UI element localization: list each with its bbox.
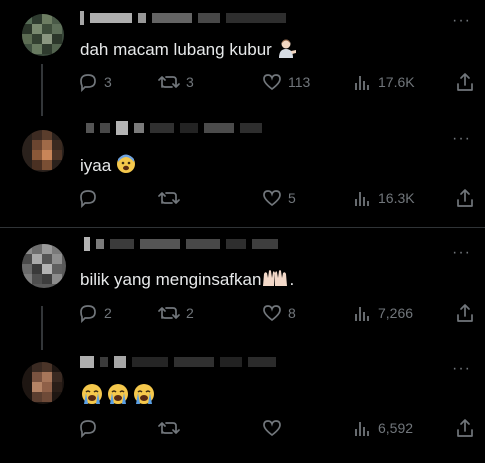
tweet[interactable]: ··· 6,592 [0, 348, 485, 463]
views-icon [355, 192, 369, 206]
like-button[interactable]: 5 [262, 188, 296, 208]
like-count: 8 [288, 305, 296, 321]
like-button[interactable] [262, 418, 288, 438]
reply-button[interactable] [78, 188, 104, 208]
share-button[interactable] [456, 72, 474, 92]
heart-icon [263, 190, 281, 207]
reply-icon [80, 420, 96, 438]
more-options-icon[interactable]: ··· [452, 360, 471, 378]
tweet[interactable]: ··· dah macam lubang kubur 3 3 113 17.6K [0, 0, 485, 110]
tweet-text [80, 382, 156, 411]
reply-button[interactable] [78, 418, 104, 438]
raised-hands-icon [261, 268, 289, 293]
divider [0, 227, 485, 228]
view-count: 6,592 [378, 420, 414, 436]
action-bar: 2 2 8 7,266 [78, 303, 478, 325]
heart-icon [263, 305, 281, 322]
more-options-icon[interactable]: ··· [452, 244, 471, 262]
views-button[interactable]: 6,592 [354, 418, 413, 438]
retweet-icon [158, 422, 180, 434]
view-count: 16.3K [378, 190, 415, 206]
person-tipping-hand-icon [277, 38, 297, 63]
avatar[interactable] [22, 362, 64, 404]
retweet-count: 2 [186, 305, 194, 321]
views-button[interactable]: 16.3K [354, 188, 415, 208]
like-button[interactable]: 113 [262, 72, 310, 92]
retweet-button[interactable] [158, 188, 186, 208]
retweet-button[interactable]: 2 [158, 303, 194, 323]
share-button[interactable] [456, 303, 474, 323]
retweet-icon [158, 192, 180, 204]
reply-count: 2 [104, 305, 112, 321]
views-icon [355, 76, 369, 90]
avatar[interactable] [22, 14, 64, 56]
tweet[interactable]: ··· iyaa 5 16.3K [0, 112, 485, 224]
retweet-icon [158, 307, 180, 319]
retweet-button[interactable] [158, 418, 186, 438]
heart-icon [263, 74, 281, 91]
avatar[interactable] [22, 130, 64, 172]
share-icon [457, 304, 473, 322]
share-button[interactable] [456, 418, 474, 438]
retweet-button[interactable]: 3 [158, 72, 194, 92]
like-count: 113 [288, 74, 311, 90]
like-count: 5 [288, 190, 296, 206]
share-icon [457, 419, 473, 437]
tweet-text: iyaa [80, 154, 136, 179]
share-icon [457, 189, 473, 207]
author-name[interactable] [84, 237, 278, 251]
retweet-count: 3 [186, 74, 194, 90]
reply-icon [80, 74, 96, 92]
reply-button[interactable]: 3 [78, 72, 112, 92]
tweet-text-content: dah macam lubang kubur [80, 39, 272, 59]
share-button[interactable] [456, 188, 474, 208]
author-name[interactable] [80, 356, 276, 368]
tweet-text: bilik yang menginsafkan . [80, 268, 294, 293]
author-name[interactable] [86, 121, 262, 135]
share-icon [457, 73, 473, 91]
reply-icon [80, 305, 96, 323]
views-button[interactable]: 7,266 [354, 303, 413, 323]
heart-icon [263, 420, 281, 437]
action-bar: 5 16.3K [78, 188, 478, 210]
tweet-text-content: bilik yang menginsafkan [80, 269, 262, 289]
avatar[interactable] [22, 244, 66, 288]
reply-button[interactable]: 2 [78, 303, 112, 323]
like-button[interactable]: 8 [262, 303, 296, 323]
reply-count: 3 [104, 74, 112, 90]
view-count: 17.6K [378, 74, 415, 90]
anxious-face-icon [116, 154, 136, 179]
views-button[interactable]: 17.6K [354, 72, 415, 92]
tweet-text-content: iyaa [80, 155, 112, 175]
reply-icon [80, 190, 96, 208]
view-count: 7,266 [378, 305, 414, 321]
crying-face-icon [80, 382, 156, 411]
tweet[interactable]: ··· bilik yang menginsafkan . 2 2 8 7,26… [0, 230, 485, 342]
tweet-text-suffix: . [289, 269, 295, 289]
more-options-icon[interactable]: ··· [452, 130, 471, 148]
action-bar: 6,592 [78, 418, 478, 440]
action-bar: 3 3 113 17.6K [78, 72, 478, 94]
views-icon [355, 422, 369, 436]
views-icon [355, 307, 369, 321]
more-options-icon[interactable]: ··· [452, 12, 471, 30]
author-name[interactable] [80, 11, 286, 25]
tweet-text: dah macam lubang kubur [80, 38, 297, 63]
retweet-icon [158, 76, 180, 88]
